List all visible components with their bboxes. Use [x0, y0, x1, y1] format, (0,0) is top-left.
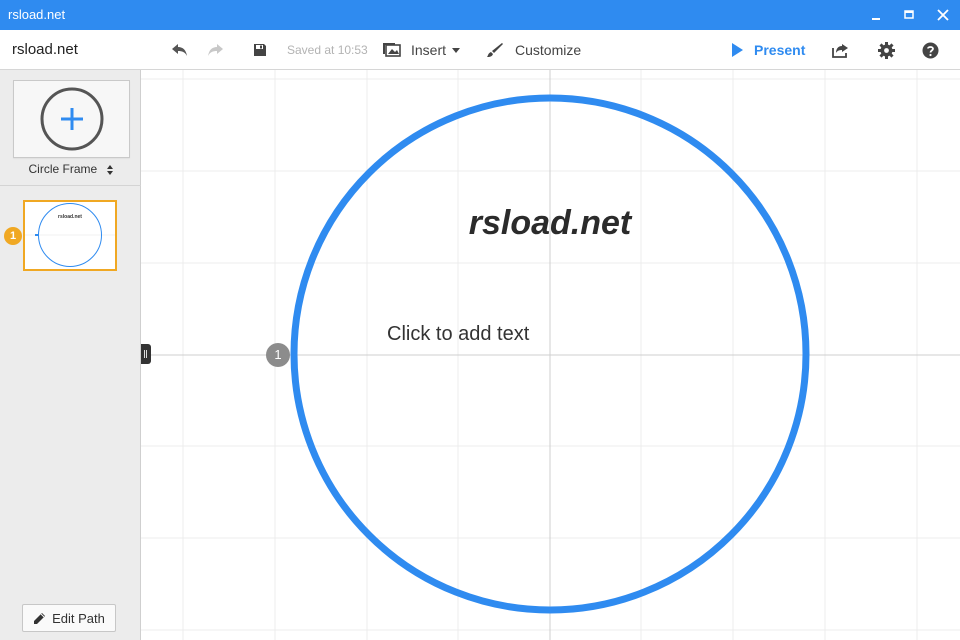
frames-sidebar: Circle Frame rsload.net 1 Edit Path — [0, 70, 141, 640]
canvas[interactable] — [141, 70, 960, 640]
insert-image-icon — [383, 43, 401, 57]
redo-icon — [208, 44, 223, 56]
brush-icon — [487, 43, 503, 57]
save-button[interactable] — [248, 30, 272, 70]
customize-label: Customize — [515, 42, 582, 58]
frame-type-label: Circle Frame — [28, 162, 98, 176]
minimize-icon — [872, 18, 880, 20]
title-bar: rsload.net — [0, 0, 960, 30]
add-circle-icon — [40, 87, 104, 151]
sidebar-divider — [0, 185, 141, 186]
frame-title-text[interactable]: rsload.net — [340, 204, 760, 243]
window-title: rsload.net — [8, 7, 66, 22]
thumbnail-number-badge: 1 — [4, 227, 22, 245]
close-icon — [937, 9, 949, 21]
sort-arrows-icon — [106, 164, 113, 175]
maximize-button[interactable] — [892, 0, 926, 30]
pencil-icon — [34, 612, 46, 624]
redo-button[interactable] — [201, 30, 229, 70]
add-text-placeholder[interactable]: Click to add text — [387, 323, 529, 346]
document-title[interactable]: rsload.net — [12, 41, 78, 58]
gear-icon — [877, 41, 895, 59]
insert-menu[interactable]: Insert — [382, 30, 464, 70]
frame-type-select[interactable]: Circle Frame — [0, 162, 141, 182]
save-icon — [254, 44, 266, 56]
help-button[interactable] — [918, 30, 942, 70]
present-button[interactable]: Present — [730, 30, 808, 70]
add-frame-button[interactable] — [13, 80, 130, 158]
thumbnail-title: rsload.net — [58, 214, 82, 220]
insert-label: Insert — [411, 42, 447, 58]
help-icon — [922, 42, 938, 58]
settings-button[interactable] — [874, 30, 898, 70]
share-button[interactable] — [827, 30, 853, 70]
sidebar-collapse-handle[interactable] — [141, 344, 151, 364]
edit-path-button[interactable]: Edit Path — [22, 604, 116, 632]
undo-button[interactable] — [166, 30, 194, 70]
present-label: Present — [754, 42, 806, 58]
edit-path-label: Edit Path — [52, 610, 105, 626]
saved-status: Saved at 10:53 — [287, 43, 368, 57]
close-button[interactable] — [926, 0, 960, 30]
share-icon — [832, 44, 848, 58]
undo-icon — [172, 44, 187, 56]
chevron-down-icon — [452, 47, 461, 53]
play-icon — [732, 43, 743, 57]
thumbnail-preview: rsload.net — [25, 203, 115, 267]
toolbar: rsload.net Saved at 10:53 Insert Customi… — [0, 30, 960, 70]
customize-button[interactable]: Customize — [486, 30, 582, 70]
path-point-marker[interactable]: 1 — [266, 343, 290, 367]
minimize-button[interactable] — [859, 0, 893, 30]
canvas-grid — [141, 70, 960, 640]
frame-thumbnail[interactable]: rsload.net — [23, 200, 117, 271]
maximize-icon — [904, 10, 914, 19]
